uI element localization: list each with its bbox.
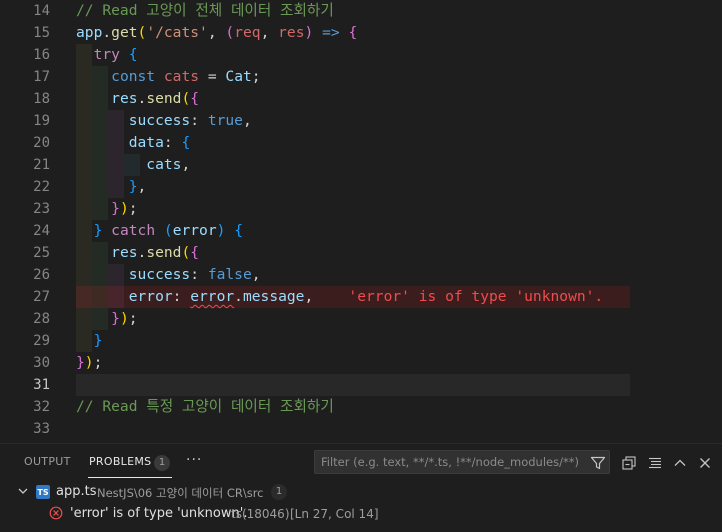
code-line[interactable]: 18 res.send({: [0, 88, 722, 110]
tab-problems[interactable]: PROBLEMS: [89, 455, 151, 468]
file-name: app.ts: [56, 484, 97, 499]
line-content: });: [111, 310, 138, 327]
line-number: 17: [33, 69, 50, 85]
collapse-all-icon[interactable]: [621, 455, 637, 471]
line-content: try {: [93, 46, 138, 63]
panel-tabs: OUTPUT PROBLEMS 1 ···: [0, 444, 722, 482]
current-line-highlight: [76, 374, 630, 396]
code-line-error[interactable]: 27 error: error.message, 'error' is of t…: [0, 286, 722, 308]
line-content: app.get('/cats', (req, res) => {: [76, 24, 358, 41]
line-number: 32: [33, 399, 50, 415]
code-line[interactable]: 19 success: true,: [0, 110, 722, 132]
line-number: 24: [33, 223, 50, 239]
line-number: 30: [33, 355, 50, 371]
bottom-panel: OUTPUT PROBLEMS 1 ··· Filter (e.g. text,…: [0, 443, 722, 532]
line-number: 15: [33, 25, 50, 41]
line-content: // Read 고양이 전체 데이터 조회하기: [76, 2, 334, 19]
more-actions-icon[interactable]: ···: [186, 452, 202, 468]
line-number: 22: [33, 179, 50, 195]
line-number: 18: [33, 91, 50, 107]
code-line[interactable]: 21 cats,: [0, 154, 722, 176]
problems-filter-input[interactable]: [314, 450, 610, 474]
file-problem-count: 1: [271, 484, 287, 500]
line-number: 21: [33, 157, 50, 173]
line-number: 33: [33, 421, 50, 437]
line-number: 25: [33, 245, 50, 261]
line-content: success: true,: [128, 112, 252, 129]
code-editor[interactable]: 14 // Read 고양이 전체 데이터 조회하기 15 app.get('/…: [0, 0, 722, 443]
tab-output[interactable]: OUTPUT: [24, 455, 71, 468]
file-path: NestJS\06 고양이 데이터 CR\src: [97, 486, 264, 500]
line-number: 31: [33, 377, 50, 393]
code-line[interactable]: 24 } catch (error) {: [0, 220, 722, 242]
code-line[interactable]: 23 });: [0, 198, 722, 220]
typescript-file-icon: TS: [36, 485, 50, 499]
line-content: cats,: [146, 156, 191, 173]
filter-icon[interactable]: [590, 455, 606, 471]
code-line[interactable]: 28 });: [0, 308, 722, 330]
code-line-active[interactable]: 31: [0, 374, 722, 396]
active-tab-indicator: [88, 477, 172, 478]
line-number: 27: [33, 289, 50, 305]
line-content: } catch (error) {: [93, 222, 244, 239]
problems-count-badge: 1: [154, 455, 170, 471]
line-number: 23: [33, 201, 50, 217]
problem-location: [Ln 27, Col 14]: [290, 507, 379, 521]
line-content: },: [128, 178, 147, 195]
code-line[interactable]: 30 });: [0, 352, 722, 374]
line-content: const cats = Cat;: [111, 68, 261, 85]
inline-error-message: 'error' is of type 'unknown'.: [348, 288, 604, 305]
problem-item[interactable]: 'error' is of type 'unknown'. ts(18046) …: [0, 503, 722, 525]
line-content: });: [111, 200, 138, 217]
code-line[interactable]: 26 success: false,: [0, 264, 722, 286]
error-squiggle: error: [190, 288, 235, 305]
line-number: 29: [33, 333, 50, 349]
code-line[interactable]: 32 // Read 특정 고양이 데이터 조회하기: [0, 396, 722, 418]
line-number: 20: [33, 135, 50, 151]
problems-file-row[interactable]: TS app.ts NestJS\06 고양이 데이터 CR\src 1: [0, 481, 722, 503]
problem-source: ts(18046): [231, 507, 290, 521]
line-content: res.send({: [111, 90, 200, 107]
code-line[interactable]: 15 app.get('/cats', (req, res) => {: [0, 22, 722, 44]
error-icon: [49, 506, 63, 520]
view-as-list-icon[interactable]: [647, 455, 663, 471]
code-line[interactable]: 14 // Read 고양이 전체 데이터 조회하기: [0, 0, 722, 22]
line-content: }: [93, 332, 103, 349]
line-number: 19: [33, 113, 50, 129]
code-line[interactable]: 22 },: [0, 176, 722, 198]
code-line[interactable]: 25 res.send({: [0, 242, 722, 264]
problem-message: 'error' is of type 'unknown'.: [70, 506, 248, 521]
line-content: res.send({: [111, 244, 200, 261]
line-number: 16: [33, 47, 50, 63]
chevron-down-icon[interactable]: [17, 485, 29, 497]
close-panel-icon[interactable]: [697, 455, 713, 471]
line-content: success: false,: [128, 266, 261, 283]
line-content: // Read 특정 고양이 데이터 조회하기: [76, 398, 334, 415]
line-content: data: {: [128, 134, 191, 151]
code-line[interactable]: 29 }: [0, 330, 722, 352]
code-line[interactable]: 33: [0, 418, 722, 440]
code-line[interactable]: 16 try {: [0, 44, 722, 66]
line-number: 26: [33, 267, 50, 283]
code-line[interactable]: 17 const cats = Cat;: [0, 66, 722, 88]
line-number: 14: [33, 3, 50, 19]
line-content: error: error.message, 'error' is of type…: [128, 288, 604, 305]
maximize-panel-icon[interactable]: [672, 455, 688, 471]
code-line[interactable]: 20 data: {: [0, 132, 722, 154]
line-content: });: [76, 354, 103, 371]
line-number: 28: [33, 311, 50, 327]
